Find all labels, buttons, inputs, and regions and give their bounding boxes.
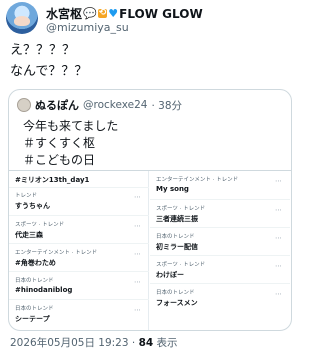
quote-line[interactable]: ＃こどもの日	[23, 152, 118, 169]
more-icon: ⋯	[275, 177, 282, 185]
trend-item: 日本のトレンド シーテープ ⋯	[15, 304, 145, 324]
tweet-line: なんで？？？	[10, 64, 88, 79]
more-icon: ⋯	[275, 290, 282, 298]
view-count: 84	[138, 337, 154, 349]
loop-icon: ⟲	[97, 8, 108, 18]
trend-title: 初ミラー配信	[156, 243, 198, 251]
more-icon: ⋯	[134, 250, 141, 258]
trend-context: 日本のトレンド	[156, 290, 195, 296]
more-icon: ⋯	[275, 234, 282, 242]
trend-context: 日本のトレンド	[15, 306, 54, 312]
trend-title: フォースメン	[156, 299, 198, 307]
trend-title: 代走三森	[15, 231, 43, 239]
trend-item: 日本のトレンド #hinodaniblog ⋯	[15, 276, 145, 294]
blue-heart-icon: ♥	[108, 7, 119, 20]
trend-context: 日本のトレンド	[156, 234, 195, 240]
trend-title: #hinodaniblog	[15, 286, 73, 294]
quote-media-trends-screenshot[interactable]: #ミリオン13th_day1 トレンド すうちゃん ⋯ スポーツ · トレンド …	[9, 170, 291, 330]
view-label: 表示	[153, 337, 178, 349]
trend-title: #ミリオン13th_day1	[15, 176, 90, 184]
author-name-suffix: FLOW GLOW	[119, 6, 203, 21]
trend-item: エンターテインメント · トレンド My song ⋯	[156, 175, 286, 193]
quote-header: ぬるぽん @rockexe24 · 38分	[17, 97, 182, 113]
quote-line: 今年も来てました	[23, 119, 119, 133]
divider	[9, 299, 149, 300]
author-name-text: 水宮枢	[46, 7, 83, 21]
trend-context: 日本のトレンド	[15, 278, 54, 284]
tweet-header: 水宮枢 💬 ⟲ ♥ FLOW GLOW @mizumiya_su	[6, 2, 296, 38]
more-icon: ⋯	[134, 193, 141, 201]
trend-item: #ミリオン13th_day1	[15, 173, 145, 185]
divider	[9, 271, 149, 272]
tweet-line: え？？？？	[10, 43, 76, 58]
trend-title: My song	[156, 185, 189, 193]
trend-title: すうちゃん	[15, 202, 50, 210]
quote-time: · 38分	[151, 99, 183, 112]
trend-context: トレンド	[15, 193, 38, 199]
quote-line[interactable]: ＃すくすく枢	[23, 135, 118, 152]
more-icon: ⋯	[134, 278, 141, 286]
divider	[9, 243, 149, 244]
divider	[9, 215, 149, 216]
trend-item: スポーツ · トレンド 代走三森 ⋯	[15, 220, 145, 240]
author-handle[interactable]: @mizumiya_su	[46, 21, 129, 34]
trend-context: スポーツ · トレンド	[156, 206, 206, 212]
divider	[150, 199, 290, 200]
divider	[9, 187, 149, 188]
trend-context: スポーツ · トレンド	[15, 222, 65, 228]
quote-author-handle[interactable]: @rockexe24	[83, 99, 147, 111]
divider	[150, 255, 290, 256]
trend-title: #角巻わため	[15, 259, 56, 267]
more-icon: ⋯	[134, 222, 141, 230]
tweet-timestamp[interactable]: 2026年05月05日 19:23 ·	[10, 337, 139, 349]
trends-column-left: #ミリオン13th_day1 トレンド すうちゃん ⋯ スポーツ · トレンド …	[9, 171, 149, 330]
trends-column-right: エンターテインメント · トレンド My song ⋯ スポーツ · トレンド …	[150, 171, 290, 330]
trend-title: シーテープ	[15, 315, 50, 323]
trend-context: エンターテインメント · トレンド	[156, 177, 239, 183]
quoted-tweet[interactable]: ぬるぽん @rockexe24 · 38分 今年も来てました ＃すくすく枢 ＃こ…	[8, 89, 292, 331]
quote-text: 今年も来てました ＃すくすく枢 ＃こどもの日	[23, 118, 118, 169]
tweet-footer: 2026年05月05日 19:23 · 84 表示	[10, 335, 178, 350]
divider	[150, 227, 290, 228]
divider	[150, 283, 290, 284]
trend-item: スポーツ · トレンド 三者連続三振 ⋯	[156, 204, 286, 224]
trend-context: スポーツ · トレンド	[156, 262, 206, 268]
trend-context: エンターテインメント · トレンド	[15, 250, 98, 256]
trend-item: 日本のトレンド フォースメン ⋯	[156, 288, 286, 308]
more-icon: ⋯	[275, 262, 282, 270]
more-icon: ⋯	[134, 306, 141, 314]
trend-title: わけぽー	[156, 271, 184, 279]
quote-avatar[interactable]	[17, 98, 31, 112]
author-name[interactable]: 水宮枢 💬 ⟲ ♥ FLOW GLOW	[46, 5, 203, 22]
tweet-text: え？？？？ なんで？？？	[10, 40, 87, 82]
trend-title: 三者連続三振	[156, 215, 198, 223]
quote-author-name[interactable]: ぬるぽん	[35, 97, 79, 113]
more-icon: ⋯	[275, 206, 282, 214]
speech-bubble-icon: 💬	[83, 7, 97, 20]
trend-item: エンターテインメント · トレンド #角巻わため ⋯	[15, 248, 145, 268]
trend-item: トレンド すうちゃん ⋯	[15, 191, 145, 211]
author-avatar[interactable]	[6, 2, 38, 34]
trend-item: 日本のトレンド 初ミラー配信 ⋯	[156, 232, 286, 252]
trend-item: スポーツ · トレンド わけぽー ⋯	[156, 260, 286, 280]
